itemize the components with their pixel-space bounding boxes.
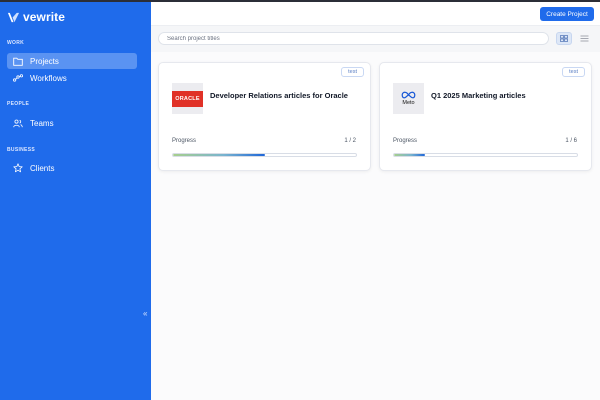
progress-fill	[173, 154, 265, 156]
search-input[interactable]	[158, 32, 549, 45]
progress-bar	[172, 153, 357, 157]
section-label-people: PEOPLE	[7, 101, 30, 107]
star-icon	[13, 163, 23, 173]
project-tag[interactable]: test	[562, 67, 585, 77]
sidebar: vewrite WORK Projects Workflows PEOPLE T…	[0, 2, 151, 400]
section-label-work: WORK	[7, 40, 25, 46]
progress-count: 1 / 6	[565, 138, 577, 144]
sidebar-item-label: Teams	[30, 118, 54, 128]
client-logo: ORACLE	[172, 83, 203, 114]
progress-bar	[393, 153, 578, 157]
sidebar-item-label: Clients	[30, 163, 55, 173]
project-title[interactable]: Developer Relations articles for Oracle	[210, 91, 348, 100]
list-view-button[interactable]	[576, 32, 592, 45]
workflow-icon	[13, 73, 23, 83]
project-tag[interactable]: test	[341, 67, 364, 77]
v-logo-icon	[7, 12, 20, 22]
project-title[interactable]: Q1 2025 Marketing articles	[431, 91, 526, 100]
progress-label: Progress	[172, 138, 197, 144]
sidebar-item-workflows[interactable]: Workflows	[7, 70, 137, 86]
list-icon	[580, 35, 588, 42]
collapse-sidebar-icon[interactable]: «	[143, 309, 147, 318]
project-card[interactable]: test ORACLE Developer Relations articles…	[158, 62, 371, 171]
client-logo-text: Meto	[402, 100, 415, 106]
sidebar-item-projects[interactable]: Projects	[7, 53, 137, 69]
sidebar-item-label: Workflows	[30, 73, 67, 83]
create-project-button[interactable]: Create Project	[540, 7, 594, 21]
folder-icon	[13, 56, 23, 66]
app-name: vewrite	[23, 10, 66, 24]
top-header: Create Project	[151, 2, 600, 26]
grid-icon	[560, 35, 568, 42]
project-card[interactable]: test Meto Q1 2025 Marketing articles Pro…	[379, 62, 592, 171]
progress-count: 1 / 2	[344, 138, 356, 144]
main-content: Create Project test ORACLE Developer Rel…	[151, 2, 600, 400]
users-icon	[13, 118, 23, 128]
meta-infinity-icon	[401, 91, 416, 99]
grid-view-button[interactable]	[556, 32, 572, 45]
progress-fill	[394, 154, 425, 156]
section-label-business: BUSINESS	[7, 147, 35, 153]
sidebar-item-teams[interactable]: Teams	[7, 115, 137, 131]
sidebar-item-label: Projects	[30, 56, 59, 66]
sidebar-item-clients[interactable]: Clients	[7, 160, 137, 176]
app-logo[interactable]: vewrite	[7, 10, 65, 24]
client-logo-text: ORACLE	[175, 95, 200, 102]
client-logo: Meto	[393, 83, 424, 114]
progress-label: Progress	[393, 138, 418, 144]
